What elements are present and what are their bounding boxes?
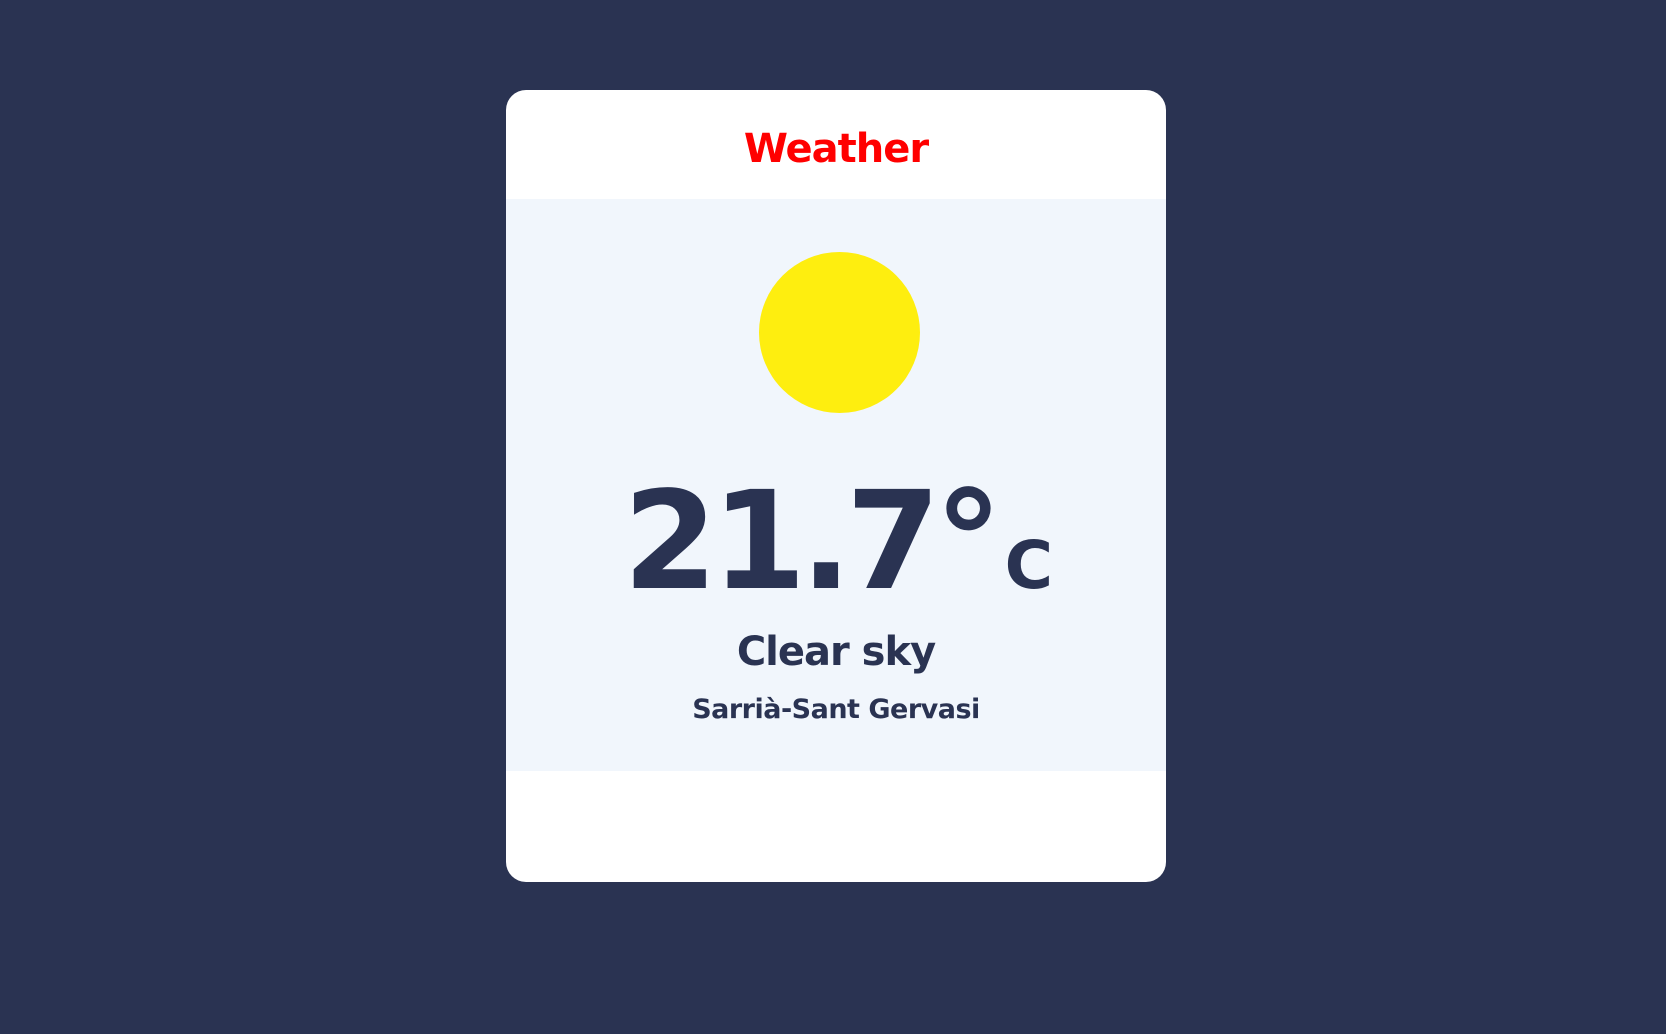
temperature-unit: C: [1004, 527, 1053, 604]
weather-card: Weather 21.7° C Clear sky Sarrià-Sant Ge…: [506, 90, 1166, 882]
weather-panel: 21.7° C Clear sky Sarrià-Sant Gervasi: [506, 199, 1166, 771]
weather-condition: Clear sky: [736, 629, 936, 675]
card-header: Weather: [506, 90, 1166, 199]
temperature-value: 21.7°: [623, 463, 1003, 621]
sun-icon: [759, 252, 920, 413]
app-title: Weather: [743, 125, 929, 172]
temperature-display: 21.7° C: [506, 474, 1166, 610]
card-footer: [506, 771, 1166, 882]
location-name: Sarrià-Sant Gervasi: [692, 694, 980, 725]
